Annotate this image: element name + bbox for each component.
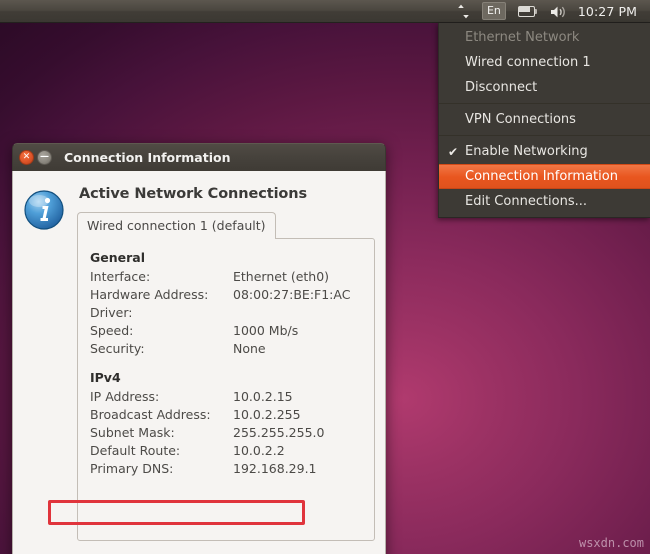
row-value: 08:00:27:BE:F1:AC	[233, 286, 351, 302]
info-icon	[23, 182, 67, 554]
top-panel: En 10:27 PM	[0, 0, 650, 23]
row-value: 10.0.2.15	[233, 388, 293, 404]
row-value	[233, 303, 372, 321]
menu-item-label: Wired connection 1	[465, 55, 591, 70]
menu-item-label: Connection Information	[465, 169, 618, 184]
network-indicator[interactable]	[451, 0, 476, 23]
tab-page-wired-connection-1: General Interface: Ethernet (eth0) Hardw…	[77, 238, 375, 541]
keyboard-layout-badge: En	[481, 2, 506, 20]
tab-wired-connection-1[interactable]: Wired connection 1 (default)	[77, 212, 276, 239]
table-row: Hardware Address: 08:00:27:BE:F1:AC	[90, 285, 372, 303]
keyboard-indicator[interactable]: En	[476, 0, 512, 23]
row-label: Primary DNS:	[90, 460, 174, 476]
volume-icon	[550, 4, 568, 18]
menu-separator	[439, 103, 650, 104]
tab-strip: Wired connection 1 (default)	[77, 211, 375, 239]
close-icon: ✕	[22, 152, 31, 162]
dialog-content: Active Network Connections Wired connect…	[77, 182, 375, 554]
table-row: Subnet Mask: 255.255.255.0	[90, 423, 372, 441]
watermark: wsxdn.com	[578, 536, 644, 550]
row-value: 10.0.2.2	[233, 442, 285, 458]
section-title-ipv4: IPv4	[90, 370, 121, 385]
menu-item-enable-networking[interactable]: ✔ Enable Networking	[439, 139, 650, 164]
desktop-screen: En 10:27 PM Ethernet Network Wired conne…	[0, 0, 650, 554]
battery-icon	[517, 5, 538, 17]
table-row: Speed: 1000 Mb/s	[90, 321, 372, 339]
row-value: None	[233, 340, 266, 356]
table-row: Security: None	[90, 339, 372, 357]
menu-item-ethernet-network: Ethernet Network	[439, 25, 650, 50]
tab-label: Wired connection 1 (default)	[87, 218, 266, 233]
menu-item-label: Enable Networking	[465, 144, 588, 159]
row-label: Broadcast Address:	[90, 406, 211, 422]
menu-item-label: Edit Connections...	[465, 194, 588, 209]
section-title-general: General	[90, 250, 145, 265]
row-value: 192.168.29.1	[233, 460, 317, 476]
network-menu: Ethernet Network Wired connection 1 Disc…	[438, 23, 650, 218]
menu-item-edit-connections[interactable]: Edit Connections...	[439, 189, 650, 214]
dialog-titlebar[interactable]: ✕ — Connection Information	[12, 143, 386, 171]
clock[interactable]: 10:27 PM	[574, 4, 644, 19]
row-label: Interface:	[90, 268, 151, 284]
menu-item-connection-information[interactable]: Connection Information	[439, 164, 650, 189]
row-value: 1000 Mb/s	[233, 322, 299, 338]
table-row: Broadcast Address: 10.0.2.255	[90, 405, 372, 423]
network-arrows-icon	[457, 4, 470, 19]
row-label: Driver:	[90, 304, 133, 320]
ipv4-properties-table: IP Address: 10.0.2.15 Broadcast Address:…	[90, 387, 372, 477]
row-value: 10.0.2.255	[233, 406, 301, 422]
menu-item-disconnect[interactable]: Disconnect	[439, 75, 650, 100]
close-button[interactable]: ✕	[19, 150, 34, 165]
table-row-default-route: Default Route: 10.0.2.2	[90, 441, 372, 459]
window-title: Connection Information	[64, 150, 231, 165]
volume-indicator[interactable]	[544, 0, 574, 23]
menu-item-label: Disconnect	[465, 80, 538, 95]
row-value: Ethernet (eth0)	[233, 268, 330, 284]
menu-item-label: VPN Connections	[465, 112, 576, 127]
row-label: Security:	[90, 340, 145, 356]
table-row: Driver:	[90, 303, 372, 321]
row-label: Hardware Address:	[90, 286, 209, 302]
battery-indicator[interactable]	[512, 0, 544, 23]
minimize-button[interactable]: —	[37, 150, 52, 165]
row-label: Subnet Mask:	[90, 424, 175, 440]
table-row: Primary DNS: 192.168.29.1	[90, 459, 372, 477]
row-label: Default Route:	[90, 442, 181, 458]
dialog-body: Active Network Connections Wired connect…	[12, 171, 386, 554]
indicator-area: En 10:27 PM	[451, 0, 650, 23]
row-value: 255.255.255.0	[233, 424, 325, 440]
general-properties-table: Interface: Ethernet (eth0) Hardware Addr…	[90, 267, 372, 357]
connection-information-dialog: ✕ — Connection Information Active Networ…	[12, 143, 386, 554]
checkmark-icon: ✔	[448, 144, 459, 159]
row-label: Speed:	[90, 322, 134, 338]
menu-separator	[439, 135, 650, 136]
page-title: Active Network Connections	[79, 186, 308, 202]
connections-notebook: Wired connection 1 (default) General Int…	[77, 211, 375, 541]
menu-item-vpn-connections[interactable]: VPN Connections	[439, 107, 650, 132]
table-row: IP Address: 10.0.2.15	[90, 387, 372, 405]
menu-item-wired-connection-1[interactable]: Wired connection 1	[439, 50, 650, 75]
menu-item-label: Ethernet Network	[465, 30, 580, 45]
row-label: IP Address:	[90, 388, 160, 404]
table-row: Interface: Ethernet (eth0)	[90, 267, 372, 285]
minimize-icon: —	[40, 152, 49, 162]
